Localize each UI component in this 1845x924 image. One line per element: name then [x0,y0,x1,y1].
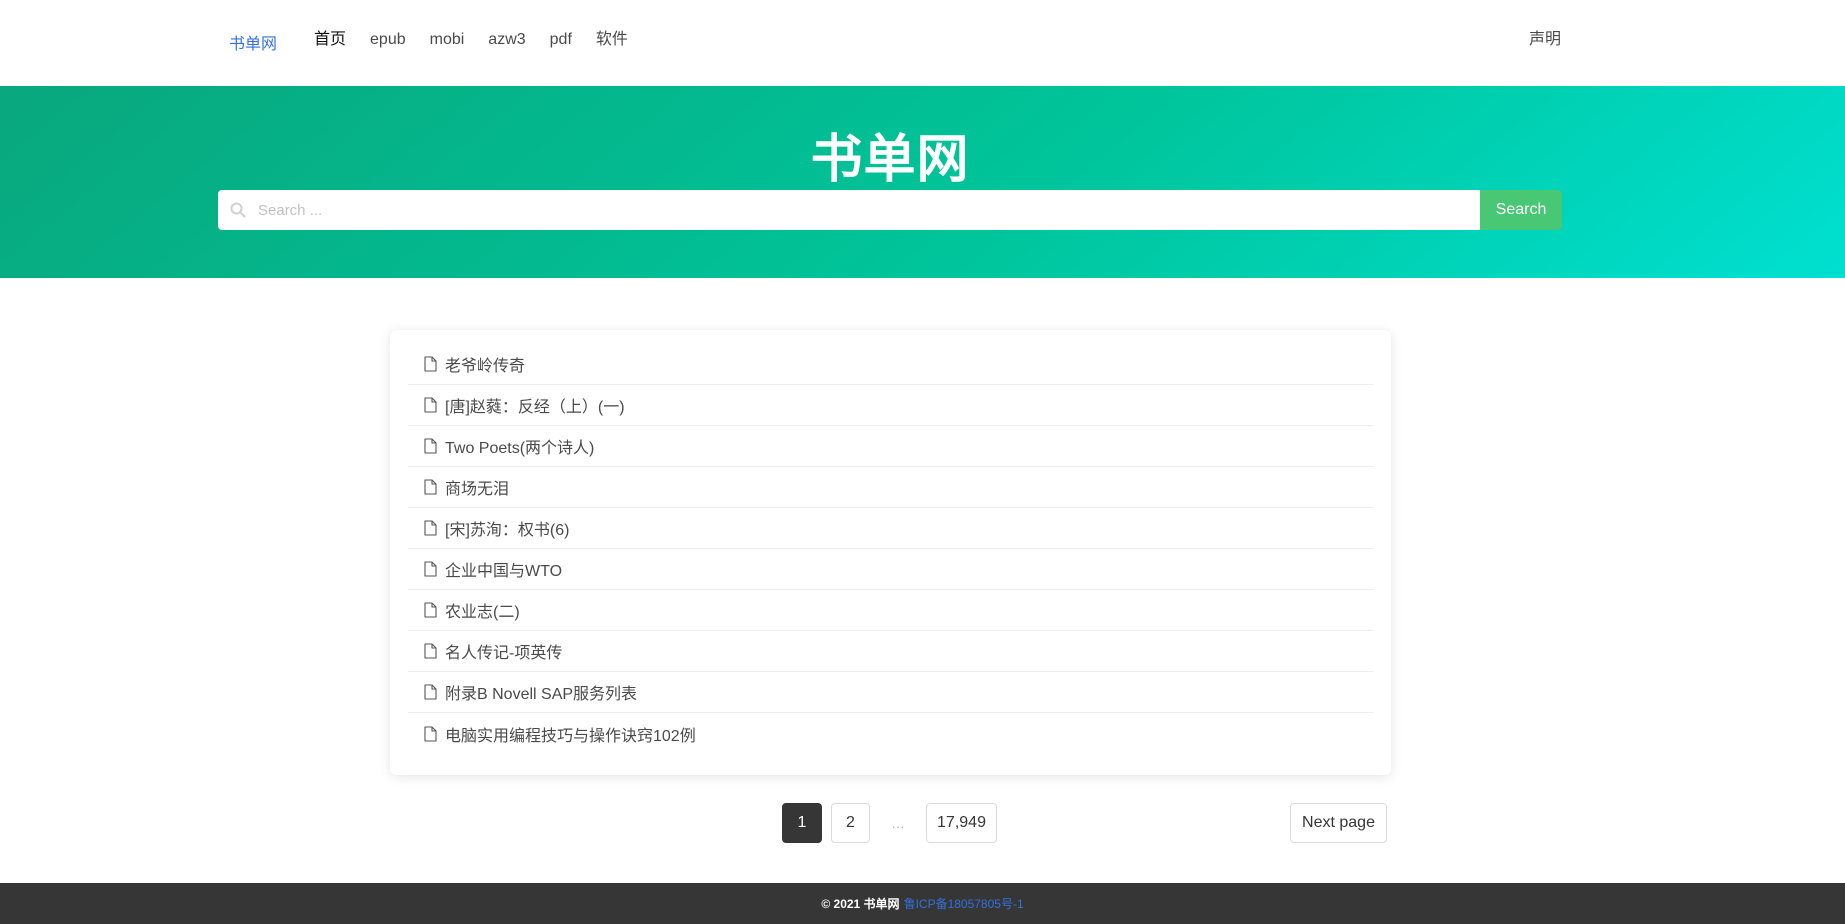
hero-banner: 书单网 Search [0,86,1845,278]
page-button-last[interactable]: 17,949 [926,803,997,843]
file-icon [424,356,437,372]
list-item[interactable]: 老爷岭传奇 [408,344,1373,385]
brand-link[interactable]: 书单网 [229,30,277,54]
file-icon [424,438,437,454]
book-title[interactable]: 农业志(二) [445,598,520,622]
search-field [218,190,1480,230]
book-title[interactable]: Two Poets(两个诗人) [445,434,594,458]
file-icon [424,684,437,700]
page-button-2[interactable]: 2 [831,803,870,843]
search-bar: Search [218,190,1562,230]
book-title[interactable]: 企业中国与WTO [445,557,562,581]
file-icon [424,397,437,413]
file-icon [424,643,437,659]
search-icon [230,202,246,218]
book-title[interactable]: 附录B Novell SAP服务列表 [445,680,637,704]
page-button-current[interactable]: 1 [782,803,822,843]
list-item[interactable]: Two Poets(两个诗人) [408,426,1373,467]
file-icon [424,725,437,742]
list-item[interactable]: 企业中国与WTO [408,549,1373,590]
list-item[interactable]: 电脑实用编程技巧与操作诀窍102例 [408,713,1373,754]
next-page-button[interactable]: Next page [1290,803,1387,843]
book-title[interactable]: [唐]赵蕤：反经（上）(一) [445,393,625,417]
file-icon [424,520,437,536]
list-item[interactable]: [唐]赵蕤：反经（上）(一) [408,385,1373,426]
book-title[interactable]: 老爷岭传奇 [445,352,525,376]
book-title[interactable]: 电脑实用编程技巧与操作诀窍102例 [445,722,696,746]
icp-link[interactable]: 鲁ICP备18057805号-1 [904,895,1024,912]
hero-title: 书单网 [810,131,970,189]
nav-link-epub[interactable]: epub [370,29,406,51]
footer: © 2021 书单网 鲁ICP备18057805号-1 [0,883,1845,924]
search-button[interactable]: Search [1480,190,1562,230]
nav-links: 首页 epub mobi azw3 pdf 软件 [314,29,652,51]
list-item[interactable]: 农业志(二) [408,590,1373,631]
nav-link-mobi[interactable]: mobi [430,29,465,51]
nav-link-pdf[interactable]: pdf [550,29,572,51]
list-item[interactable]: 商场无泪 [408,467,1373,508]
file-icon [424,479,437,495]
book-title[interactable]: 名人传记-项英传 [445,639,562,663]
page-ellipsis: … [891,815,905,831]
list-item[interactable]: [宋]苏洵：权书(6) [408,508,1373,549]
top-navbar: 书单网 首页 epub mobi azw3 pdf 软件 声明 [0,0,1845,86]
search-input[interactable] [218,190,1480,230]
nav-link-azw3[interactable]: azw3 [488,29,525,51]
file-icon [424,561,437,577]
nav-link-software[interactable]: 软件 [596,29,628,51]
nav-link-statement[interactable]: 声明 [1529,29,1561,51]
book-title[interactable]: [宋]苏洵：权书(6) [445,516,569,540]
book-list-card: 老爷岭传奇 [唐]赵蕤：反经（上）(一) Two Poets(两个诗人) 商场无… [390,330,1391,775]
book-title[interactable]: 商场无泪 [445,475,509,499]
file-icon [424,602,437,618]
nav-link-home[interactable]: 首页 [314,29,346,51]
footer-copyright: © 2021 书单网 [821,897,900,911]
list-item[interactable]: 名人传记-项英传 [408,631,1373,672]
list-item[interactable]: 附录B Novell SAP服务列表 [408,672,1373,713]
